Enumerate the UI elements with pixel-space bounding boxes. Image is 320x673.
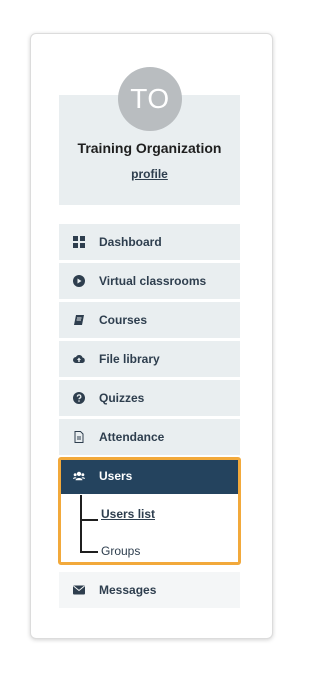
sidebar-item-label: Dashboard [99, 235, 162, 249]
sidebar-item-virtual-classrooms[interactable]: Virtual classrooms [59, 263, 240, 299]
organization-name: Training Organization [77, 140, 222, 156]
play-circle-icon [73, 275, 85, 287]
sidebar-item-label: Virtual classrooms [99, 274, 207, 288]
sidebar-item-label: Messages [99, 583, 157, 597]
sidebar-item-courses[interactable]: Courses [59, 302, 240, 338]
envelope-icon [73, 584, 85, 596]
sidebar-item-quizzes[interactable]: Quizzes [59, 380, 240, 416]
document-icon [73, 431, 85, 443]
avatar: TO [118, 67, 182, 131]
sidebar-item-dashboard[interactable]: Dashboard [59, 224, 240, 260]
cloud-upload-icon [73, 353, 85, 365]
highlight-frame [58, 457, 241, 565]
sidebar-item-file-library[interactable]: File library [59, 341, 240, 377]
sidebar-item-label: Attendance [99, 430, 165, 444]
sidebar-item-label: Quizzes [99, 391, 145, 405]
sidebar-item-label: Courses [99, 313, 148, 327]
book-icon [73, 314, 85, 326]
sidebar-item-label: File library [99, 352, 160, 366]
grid-icon [73, 236, 85, 248]
profile-link[interactable]: profile [59, 167, 240, 181]
question-circle-icon [73, 392, 85, 404]
sidebar-item-messages[interactable]: Messages [59, 572, 240, 608]
sidebar-item-attendance[interactable]: Attendance [59, 419, 240, 455]
